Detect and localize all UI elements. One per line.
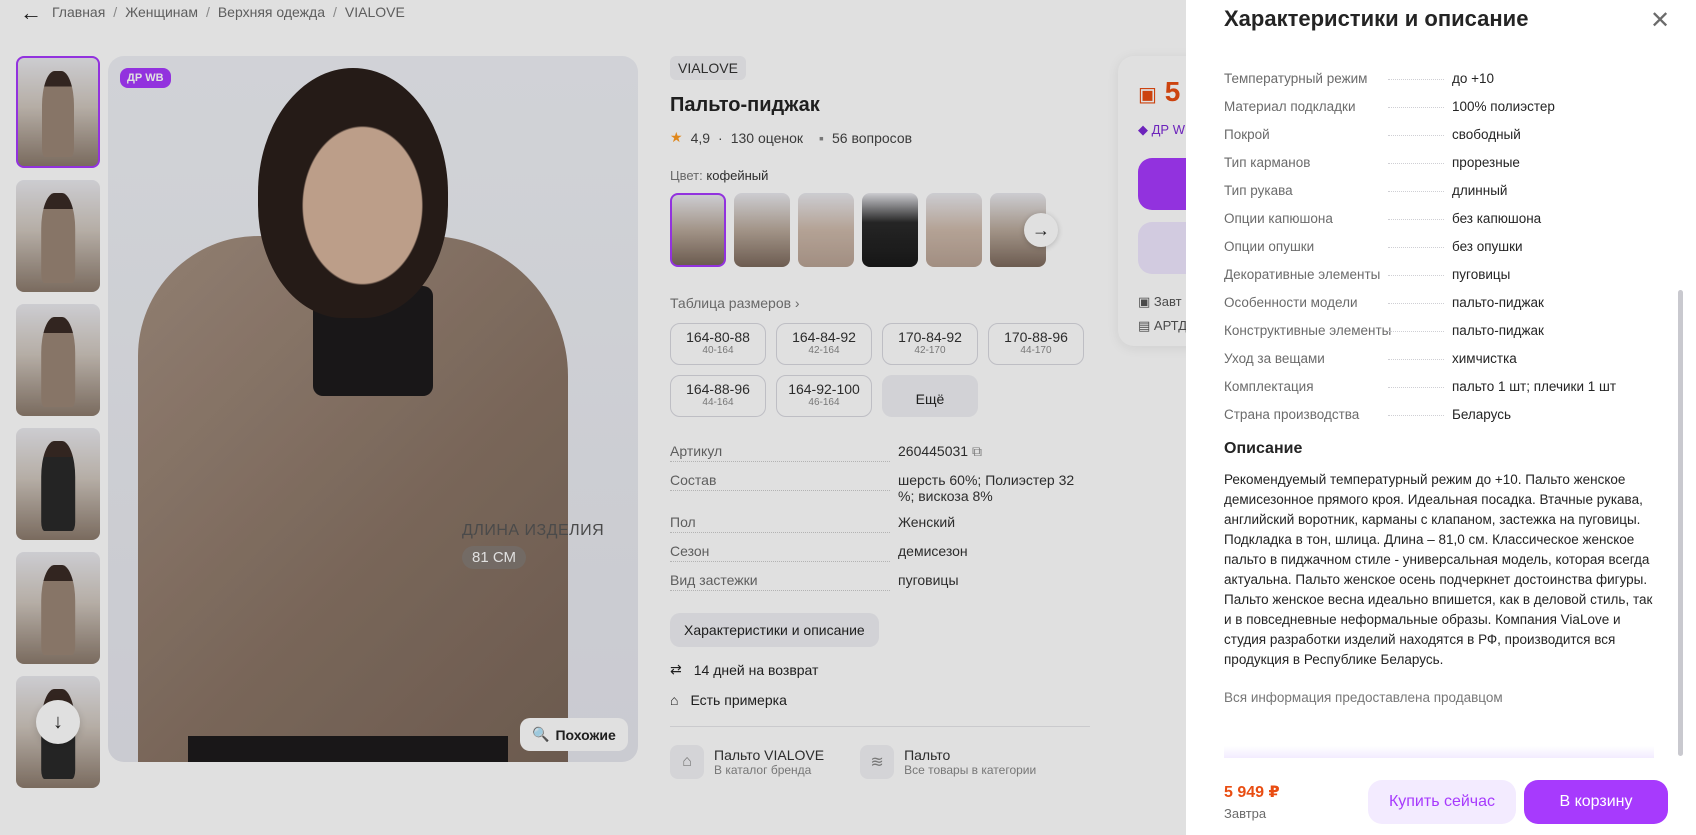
spec-row: Покрой свободный: [1224, 114, 1664, 142]
spec-key: Тип карманов: [1224, 155, 1311, 170]
spec-value: 100% полиэстер: [1452, 99, 1555, 114]
buy-now-button[interactable]: Купить сейчас: [1368, 780, 1516, 824]
spec-value: пальто-пиджак: [1452, 295, 1544, 310]
spec-row: Декоративные элементы пуговицы: [1224, 254, 1664, 282]
spec-value: без капюшона: [1452, 211, 1542, 226]
footer-price: 5 949 ₽: [1224, 784, 1280, 801]
spec-row: Опции капюшона без капюшона: [1224, 198, 1664, 226]
spec-row: Материал подкладки 100% полиэстер: [1224, 86, 1664, 114]
spec-key: Комплектация: [1224, 379, 1314, 394]
description-text: Рекомендуемый температурный режим до +10…: [1224, 472, 1653, 667]
spec-value: свободный: [1452, 127, 1521, 142]
spec-row: Особенности модели пальто-пиджак: [1224, 282, 1664, 310]
spec-key: Страна производства: [1224, 407, 1360, 422]
spec-row: Опции опушки без опушки: [1224, 226, 1664, 254]
characteristics-panel: Характеристики и описание ✕ Температурны…: [1186, 0, 1696, 835]
spec-value: Беларусь: [1452, 407, 1512, 422]
spec-key: Конструктивные элементы: [1224, 323, 1392, 338]
panel-title: Характеристики и описание: [1224, 6, 1529, 31]
spec-key: Покрой: [1224, 127, 1270, 142]
panel-scrollbar[interactable]: [1678, 290, 1683, 756]
spec-row: Тип карманов прорезные: [1224, 142, 1664, 170]
spec-key: Материал подкладки: [1224, 99, 1356, 114]
footer-delivery-date: Завтра: [1224, 806, 1267, 821]
spec-key: Температурный режим: [1224, 71, 1368, 86]
spec-row: Тип рукава длинный: [1224, 170, 1664, 198]
spec-row: Уход за вещами химчистка: [1224, 338, 1664, 366]
spec-key: Тип рукава: [1224, 183, 1293, 198]
spec-row: Комплектация пальто 1 шт; плечики 1 шт: [1224, 366, 1664, 394]
scroll-fade: [1224, 746, 1654, 758]
spec-value: пальто-пиджак: [1452, 323, 1544, 338]
spec-row: Температурный режим до +10: [1224, 58, 1664, 86]
spec-key: Уход за вещами: [1224, 351, 1325, 366]
spec-value: до +10: [1452, 71, 1495, 86]
panel-footer: 5 949 ₽ Завтра Купить сейчас В корзину: [1186, 758, 1696, 835]
description-title: Описание: [1224, 440, 1303, 457]
spec-row: Конструктивные элементы пальто-пиджак: [1224, 310, 1664, 338]
spec-key: Особенности модели: [1224, 295, 1358, 310]
spec-value: химчистка: [1452, 351, 1517, 366]
close-icon[interactable]: ✕: [1648, 7, 1672, 34]
spec-key: Опции капюшона: [1224, 211, 1333, 226]
add-to-cart-button[interactable]: В корзину: [1524, 780, 1668, 824]
modal-backdrop[interactable]: [0, 0, 1186, 835]
seller-note: Вся информация предоставлена продавцом: [1224, 690, 1503, 705]
spec-value: пуговицы: [1452, 267, 1511, 282]
spec-value: длинный: [1452, 183, 1508, 198]
spec-value: пальто 1 шт; плечики 1 шт: [1452, 379, 1617, 394]
spec-list: Температурный режим до +10 Материал подкл…: [1224, 58, 1664, 422]
spec-value: без опушки: [1452, 239, 1523, 254]
spec-row: Страна производства Беларусь: [1224, 394, 1664, 422]
spec-key: Опции опушки: [1224, 239, 1315, 254]
spec-value: прорезные: [1452, 155, 1520, 170]
spec-key: Декоративные элементы: [1224, 267, 1381, 282]
panel-content[interactable]: Температурный режим до +10 Материал подкл…: [1224, 58, 1664, 750]
